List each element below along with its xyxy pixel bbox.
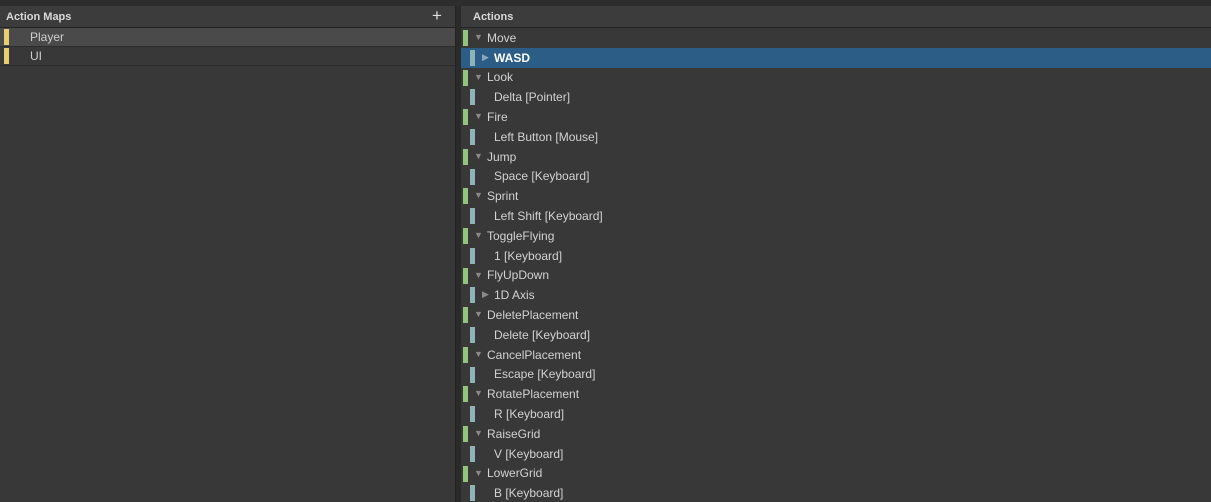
expanded-arrow-icon[interactable]: ▼ (474, 305, 483, 324)
action-marker (463, 346, 468, 363)
action-row[interactable]: ▼ Fire (461, 107, 1211, 127)
actions-title: Actions (473, 10, 514, 23)
action-row[interactable]: ▼ LowerGrid (461, 464, 1211, 484)
action-marker (463, 69, 468, 86)
expanded-arrow-icon[interactable]: ▼ (474, 226, 483, 245)
binding-marker (470, 128, 475, 145)
binding-row[interactable]: Space [Keyboard] (461, 167, 1211, 187)
binding-label: Space [Keyboard] (494, 169, 590, 184)
action-marker (463, 267, 468, 284)
binding-label: V [Keyboard] (494, 446, 564, 461)
binding-marker (470, 168, 475, 185)
action-map-ui[interactable]: UI (0, 47, 455, 66)
action-label: Jump (487, 149, 517, 164)
actions-header: Actions (461, 6, 1211, 28)
expanded-arrow-icon[interactable]: ▼ (474, 186, 483, 205)
action-maps-panel: Action Maps + Player UI (0, 6, 456, 502)
expanded-arrow-icon[interactable]: ▼ (474, 68, 483, 87)
binding-marker (470, 287, 475, 304)
binding-marker (470, 326, 475, 343)
action-marker (463, 465, 468, 482)
action-marker (463, 386, 468, 403)
action-map-player[interactable]: Player (0, 28, 455, 47)
action-marker (463, 227, 468, 244)
action-label: Sprint (487, 189, 519, 204)
action-row[interactable]: ▼ RaiseGrid (461, 424, 1211, 444)
binding-label: Delta [Pointer] (494, 90, 571, 105)
binding-marker (470, 49, 475, 66)
action-label: Move (487, 30, 517, 45)
collapsed-arrow-icon[interactable]: ▶ (482, 285, 489, 304)
expanded-arrow-icon[interactable]: ▼ (474, 147, 483, 166)
binding-marker (470, 366, 475, 383)
action-row[interactable]: ▼ DeletePlacement (461, 305, 1211, 325)
action-label: RaiseGrid (487, 426, 541, 441)
action-row[interactable]: ▼ CancelPlacement (461, 345, 1211, 365)
action-marker (463, 425, 468, 442)
binding-row[interactable]: Delta [Pointer] (461, 87, 1211, 107)
expanded-arrow-icon[interactable]: ▼ (474, 345, 483, 364)
binding-row[interactable]: R [Keyboard] (461, 404, 1211, 424)
action-row[interactable]: ▼ Sprint (461, 186, 1211, 206)
binding-label: 1 [Keyboard] (494, 248, 563, 263)
binding-marker (470, 485, 475, 502)
binding-marker (470, 89, 475, 106)
actions-panel: Actions ▼ Move ▶ WASD ▼ Look Delta [Pointer] ▼ F… (461, 6, 1211, 502)
action-row[interactable]: ▼ Move (461, 28, 1211, 48)
action-marker (463, 30, 468, 46)
binding-label: Left Button [Mouse] (494, 129, 599, 144)
action-row[interactable]: ▼ Look (461, 68, 1211, 88)
action-map-marker (4, 29, 9, 45)
expanded-arrow-icon[interactable]: ▼ (474, 464, 483, 483)
action-maps-header: Action Maps + (0, 6, 455, 28)
collapsed-arrow-icon[interactable]: ▶ (482, 48, 489, 67)
binding-label: Escape [Keyboard] (494, 367, 596, 382)
binding-row[interactable]: Left Button [Mouse] (461, 127, 1211, 147)
binding-row[interactable]: Escape [Keyboard] (461, 365, 1211, 385)
action-row[interactable]: ▼ Jump (461, 147, 1211, 167)
binding-row[interactable]: 1 [Keyboard] (461, 246, 1211, 266)
binding-row[interactable]: ▶ 1D Axis (461, 285, 1211, 305)
binding-marker (470, 247, 475, 264)
binding-marker (470, 208, 475, 225)
binding-label: Left Shift [Keyboard] (494, 209, 603, 224)
action-map-label: Player (30, 30, 65, 44)
expanded-arrow-icon[interactable]: ▼ (474, 384, 483, 403)
actions-tree: ▼ Move ▶ WASD ▼ Look Delta [Pointer] ▼ Fire Left … (461, 28, 1211, 502)
expanded-arrow-icon[interactable]: ▼ (474, 107, 483, 126)
expanded-arrow-icon[interactable]: ▼ (474, 266, 483, 285)
action-label: Fire (487, 110, 508, 125)
expanded-arrow-icon[interactable]: ▼ (474, 424, 483, 443)
expanded-arrow-icon[interactable]: ▼ (474, 28, 483, 47)
action-map-marker (4, 48, 9, 64)
action-row[interactable]: ▼ RotatePlacement (461, 384, 1211, 404)
action-maps-title: Action Maps (6, 10, 72, 23)
binding-row[interactable]: V [Keyboard] (461, 444, 1211, 464)
add-action-map-button[interactable]: + (429, 7, 445, 25)
action-label: Look (487, 70, 514, 85)
binding-row[interactable]: B [Keyboard] (461, 483, 1211, 502)
binding-label: Delete [Keyboard] (494, 327, 591, 342)
binding-marker (470, 406, 475, 423)
binding-row[interactable]: ▶ WASD (461, 47, 1211, 68)
input-actions-editor: Action Maps + Player UI Actions ▼ Move ▶ WA… (0, 0, 1211, 502)
action-row[interactable]: ▼ FlyUpDown (461, 266, 1211, 286)
action-marker (463, 188, 468, 205)
binding-label: B [Keyboard] (494, 486, 564, 501)
action-marker (463, 109, 468, 126)
binding-label: R [Keyboard] (494, 407, 565, 422)
binding-row[interactable]: Delete [Keyboard] (461, 325, 1211, 345)
action-row[interactable]: ▼ ToggleFlying (461, 226, 1211, 246)
binding-marker (470, 445, 475, 462)
action-marker (463, 148, 468, 165)
action-marker (463, 307, 468, 324)
binding-row[interactable]: Left Shift [Keyboard] (461, 206, 1211, 226)
action-maps-list: Player UI (0, 28, 455, 66)
